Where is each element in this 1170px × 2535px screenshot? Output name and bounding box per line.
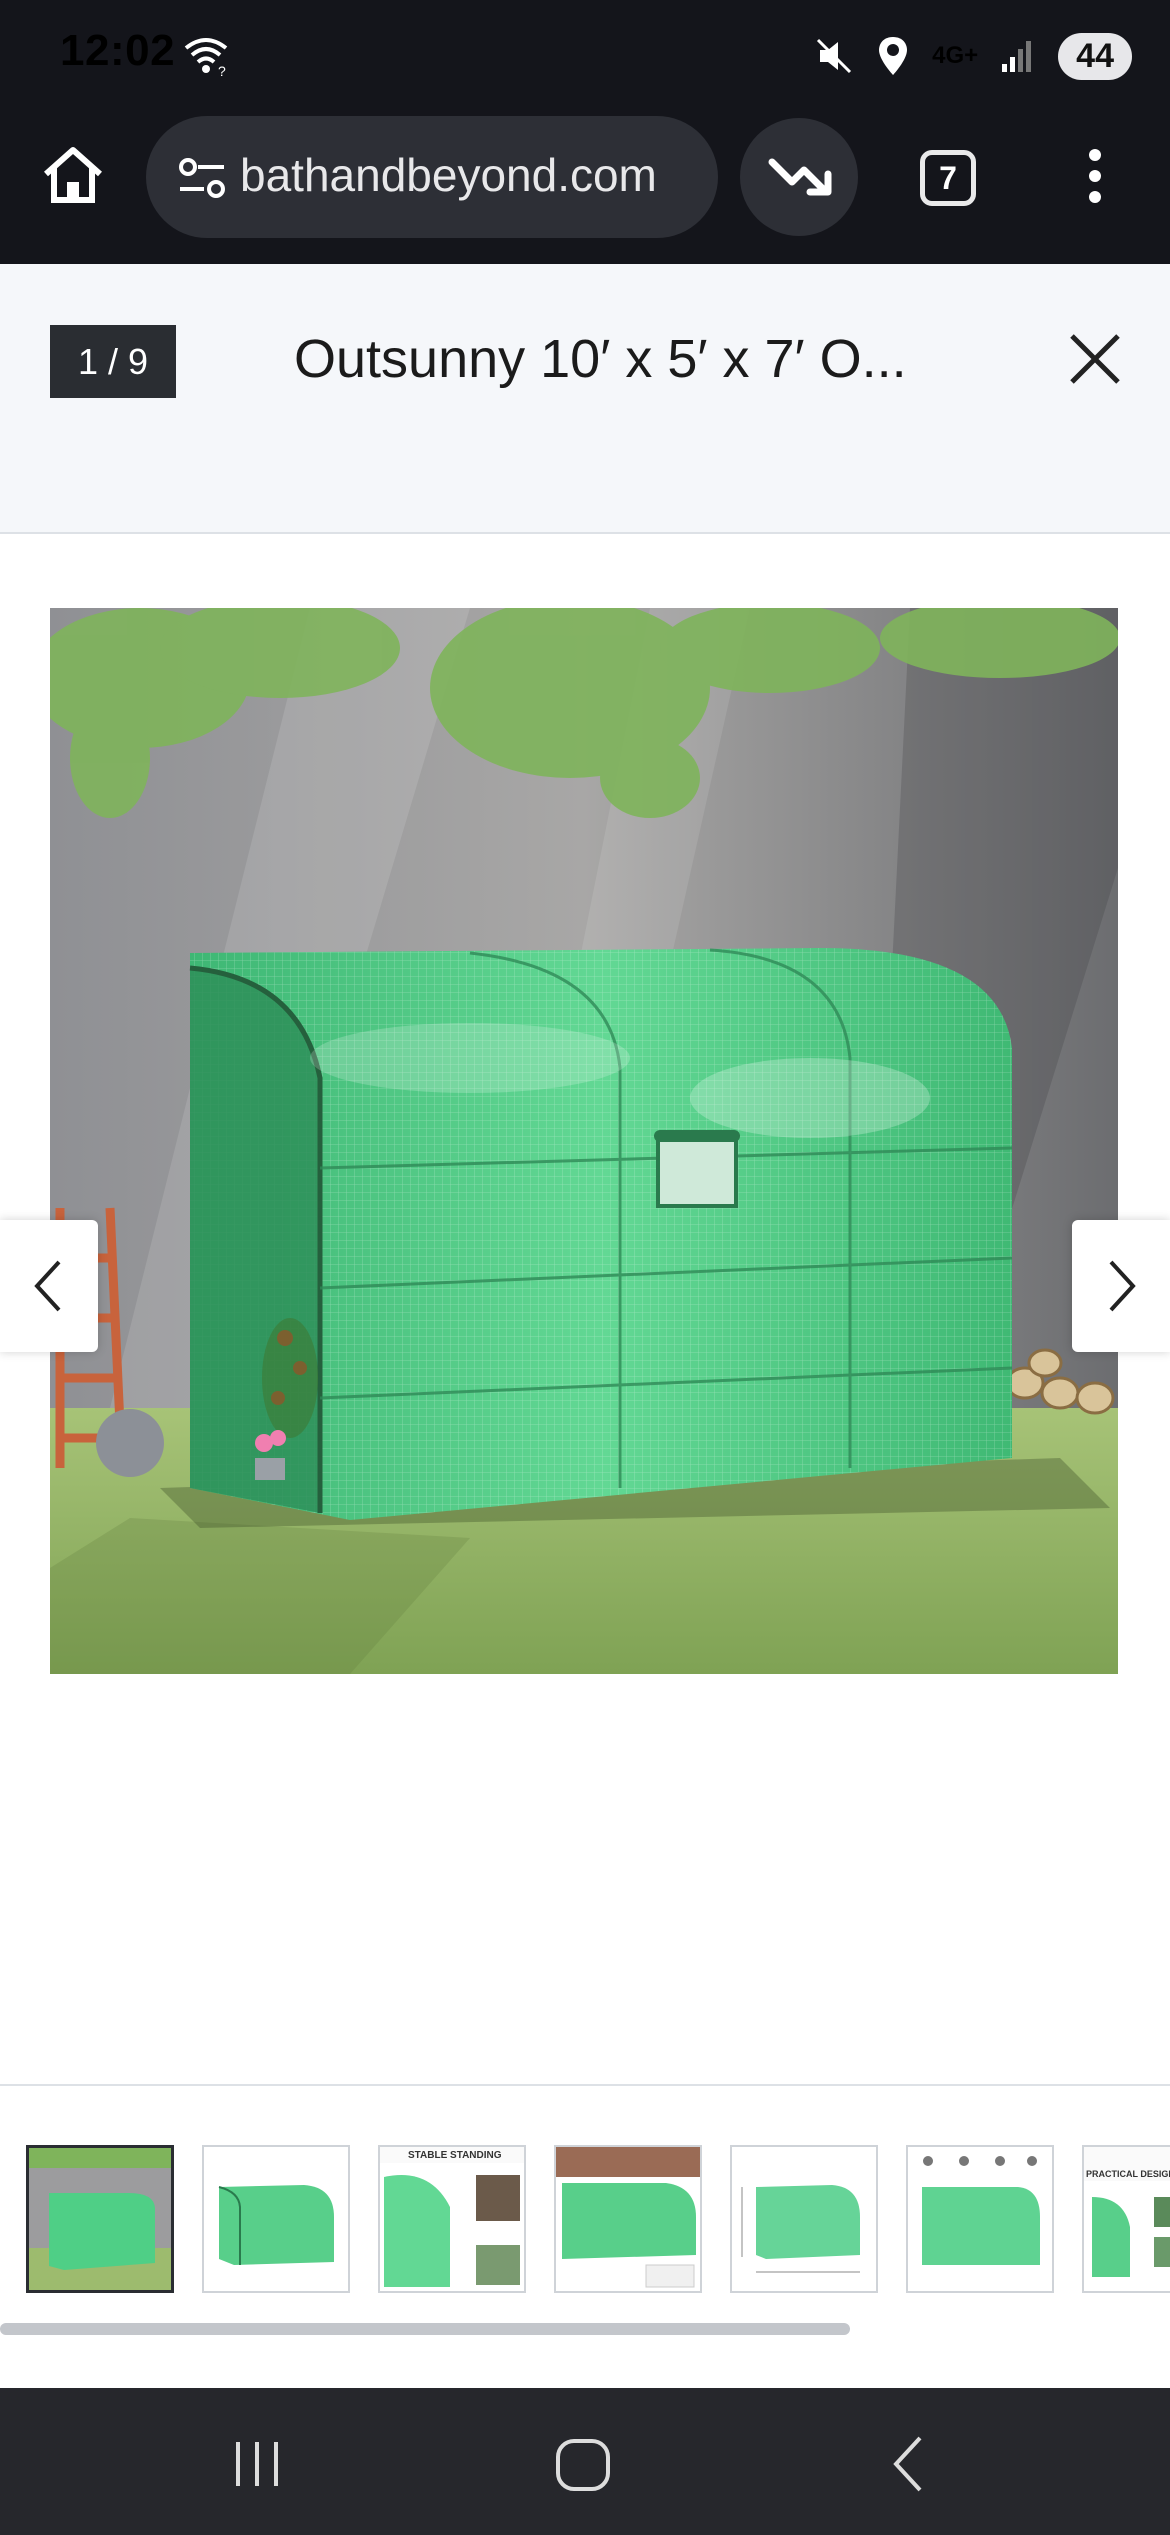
tab-switcher-button[interactable]: 7 xyxy=(920,150,976,206)
back-nav-icon[interactable] xyxy=(888,2434,928,2494)
home-nav-icon[interactable] xyxy=(554,2437,612,2493)
battery-badge: 44 xyxy=(1058,32,1132,80)
product-title: Outsunny 10′ x 5′ x 7′ O... xyxy=(294,329,907,389)
status-right: 4G+ 44 xyxy=(814,24,1132,88)
network-label: 4G+ xyxy=(932,42,979,69)
url-text[interactable]: bathandbeyond.com xyxy=(240,148,700,202)
thumbnail-7-caption: PRACTICAL DESIGN xyxy=(1086,2169,1170,2179)
thumbnail-3[interactable]: STABLE STANDING xyxy=(378,2145,526,2293)
image-counter: 1 / 9 xyxy=(50,325,176,398)
main-product-image xyxy=(50,608,1118,1674)
gallery-header xyxy=(0,264,1170,534)
thumbnail-scrollbar[interactable] xyxy=(0,2323,850,2335)
chevron-left-icon xyxy=(34,1260,61,1312)
trending-down-icon xyxy=(768,158,832,196)
thumbnail-3-caption: STABLE STANDING xyxy=(408,2150,502,2161)
thumbnail-4[interactable] xyxy=(554,2145,702,2293)
price-trend-button[interactable] xyxy=(740,118,858,236)
status-time: 12:02 xyxy=(60,26,176,75)
previous-image-button[interactable] xyxy=(0,1220,98,1352)
recent-apps-icon[interactable] xyxy=(232,2438,282,2490)
signal-icon xyxy=(1002,41,1032,72)
mute-icon xyxy=(817,38,852,74)
chevron-right-icon xyxy=(1109,1260,1136,1312)
thumbnail-6[interactable] xyxy=(906,2145,1054,2293)
location-icon xyxy=(879,37,908,75)
next-image-button[interactable] xyxy=(1072,1220,1170,1352)
thumbnail-2[interactable] xyxy=(202,2145,350,2293)
site-settings-icon[interactable] xyxy=(174,150,230,206)
thumbnail-1[interactable] xyxy=(26,2145,174,2293)
more-vert-icon[interactable] xyxy=(1080,146,1110,206)
thumbnail-7[interactable]: PRACTICAL DESIGN xyxy=(1082,2145,1170,2293)
wifi-icon: ? xyxy=(184,38,228,78)
svg-text:?: ? xyxy=(218,63,226,78)
close-icon[interactable] xyxy=(1066,330,1124,388)
thumbnail-5[interactable] xyxy=(730,2145,878,2293)
home-icon[interactable] xyxy=(38,140,108,210)
